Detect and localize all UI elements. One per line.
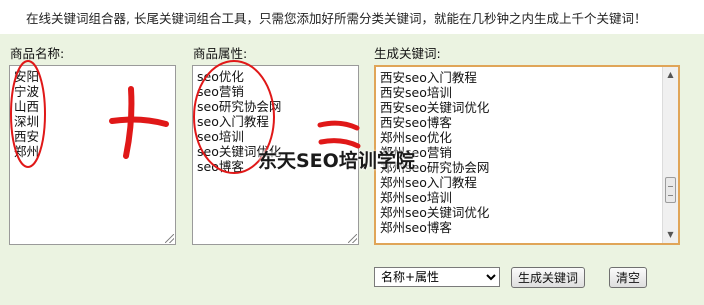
combine-mode-select[interactable]: 名称+属性 [374, 267, 500, 287]
list-item: 郑州seo优化 [380, 130, 452, 145]
product-attr-label: 商品属性: [193, 46, 248, 61]
list-item: 西安seo关键词优化 [380, 100, 490, 115]
list-item: seo培训 [197, 129, 244, 144]
list-item: 西安 [14, 129, 40, 144]
list-item: seo研究协会网 [197, 99, 282, 114]
product-name-label: 商品名称: [10, 46, 65, 61]
list-item: 郑州seo研究协会网 [380, 160, 490, 175]
list-item: 西安seo培训 [380, 85, 452, 100]
list-item: 郑州seo入门教程 [380, 175, 477, 190]
list-item: 郑州seo培训 [380, 190, 452, 205]
list-item: 安阳 [14, 69, 40, 84]
scroll-up-arrow-icon[interactable]: ▲ [665, 69, 676, 81]
list-item: 郑州seo关键词优化 [380, 205, 490, 220]
resize-grip-icon[interactable] [348, 234, 357, 243]
product-name-lines: 安阳 宁波 山西 深圳 西安 郑州 [10, 66, 175, 162]
list-item: seo营销 [197, 84, 244, 99]
result-label: 生成关键词: [374, 46, 441, 61]
list-item: 西安seo入门教程 [380, 70, 477, 85]
list-item: 深圳 [14, 114, 40, 129]
result-textarea[interactable]: 西安seo入门教程 西安seo培训 西安seo关键词优化 西安seo博客 郑州s… [374, 65, 680, 245]
list-item: 郑州seo博客 [380, 220, 452, 235]
scrollbar-thumb[interactable] [665, 177, 676, 203]
result-scrollbar[interactable]: ▲ ▼ [662, 67, 678, 243]
list-item: 郑州seo营销 [380, 145, 452, 160]
list-item: 郑州 [14, 144, 40, 159]
list-item: seo入门教程 [197, 114, 269, 129]
resize-grip-icon[interactable] [165, 234, 174, 243]
list-item: 宁波 [14, 84, 40, 99]
generate-keywords-button[interactable]: 生成关键词 [511, 267, 586, 288]
list-item: seo优化 [197, 69, 244, 84]
clear-button[interactable]: 清空 [609, 267, 648, 288]
intro-text: 在线关键词组合器, 长尾关键词组合工具，只需您添加好所需分类关键词，就能在几秒钟… [26, 11, 647, 26]
list-item: 山西 [14, 99, 40, 114]
result-lines: 西安seo入门教程 西安seo培训 西安seo关键词优化 西安seo博客 郑州s… [376, 67, 678, 238]
watermark: 东天SEO培训学院 [258, 150, 415, 172]
intro-bar: 在线关键词组合器, 长尾关键词组合工具，只需您添加好所需分类关键词，就能在几秒钟… [0, 0, 704, 34]
product-name-textarea[interactable]: 安阳 宁波 山西 深圳 西安 郑州 [9, 65, 176, 245]
scroll-down-arrow-icon[interactable]: ▼ [665, 229, 676, 241]
list-item: 西安seo博客 [380, 115, 452, 130]
